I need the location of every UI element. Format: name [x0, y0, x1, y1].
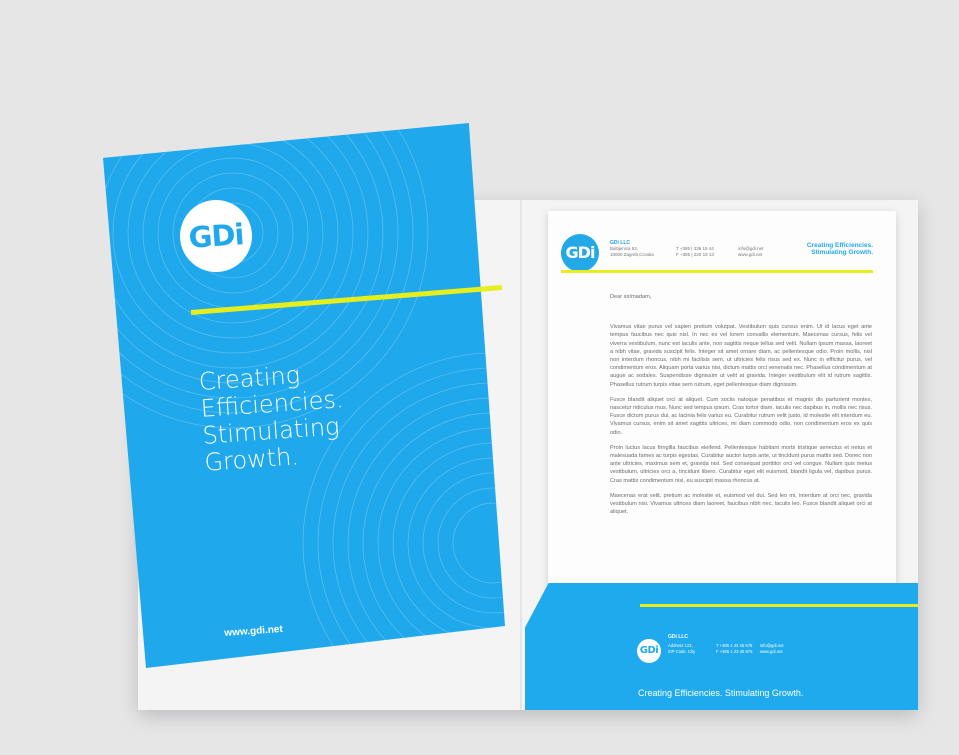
letterhead-address: Baltijenica 53, 10000 Zagreb,Croatia — [610, 246, 654, 257]
letter-salutation: Dear sir/madam, — [610, 294, 652, 300]
pocket-logo: GDi — [637, 639, 661, 663]
pocket-company-name: GDi LLC — [668, 634, 688, 640]
pocket-address: Address 123, ZIP Code, City — [668, 643, 696, 654]
letter-paragraph: Vivamus vitae purus vel sapien pretium v… — [610, 324, 872, 388]
letter-body: Dear sir/madam, Vivamus vitae purus vel … — [610, 293, 872, 523]
letterhead-web: info@gdi.net www.gdi.net — [738, 246, 764, 257]
letter-paragraph: Fusce blandit aliquet orci at aliquet. C… — [610, 396, 872, 436]
letter-paragraph: Proin luctus lacus fringilla faucibus el… — [610, 444, 872, 484]
pocket-phone: T +385 1 23 45 678 F +385 1 23 45 678 — [716, 643, 753, 654]
letterhead-tagline: Creating Efficiencies. Stimulating Growt… — [806, 242, 873, 256]
folder-mockup-scene: GDi GDi LLC Baltijenica 53, 10000 Zagreb… — [0, 0, 959, 755]
pocket-web: info@gdi.net www.gdi.net — [760, 643, 784, 654]
letterhead-logo: GDi — [561, 234, 599, 272]
letterhead-phone: T +385 | 336 15 44 F +385 | 220 19 13 — [676, 246, 714, 257]
pocket-tagline: Creating Efficiencies. Stimulating Growt… — [638, 688, 804, 698]
folder-fold-crease — [520, 200, 522, 710]
letterhead-accent-line — [561, 270, 873, 273]
letter-paragraph: Maecenas erat velit, pretium ac molestie… — [610, 492, 872, 516]
pocket-accent-line — [640, 604, 918, 607]
cover-tagline: Creating Efficiencies. Stimulating Growt… — [198, 354, 425, 477]
